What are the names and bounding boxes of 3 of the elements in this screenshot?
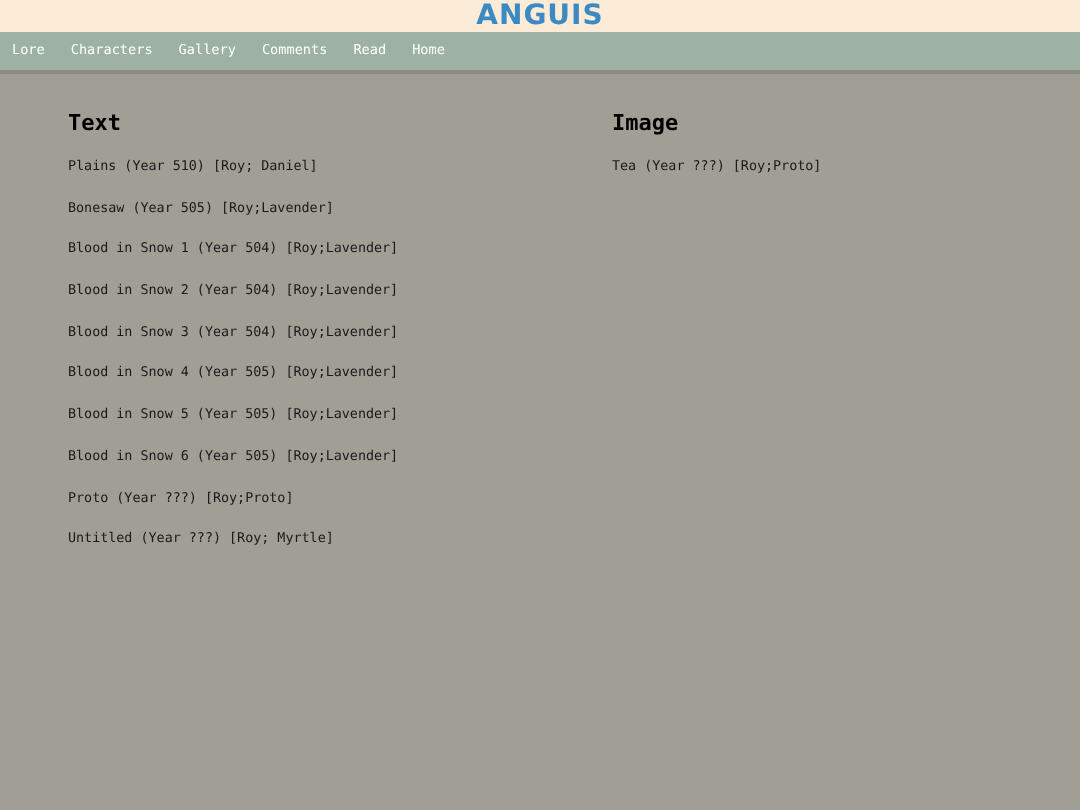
site-title: ANGUIS: [476, 2, 604, 30]
section-heading: Text: [68, 112, 123, 134]
section-heading: Image: [612, 112, 681, 134]
